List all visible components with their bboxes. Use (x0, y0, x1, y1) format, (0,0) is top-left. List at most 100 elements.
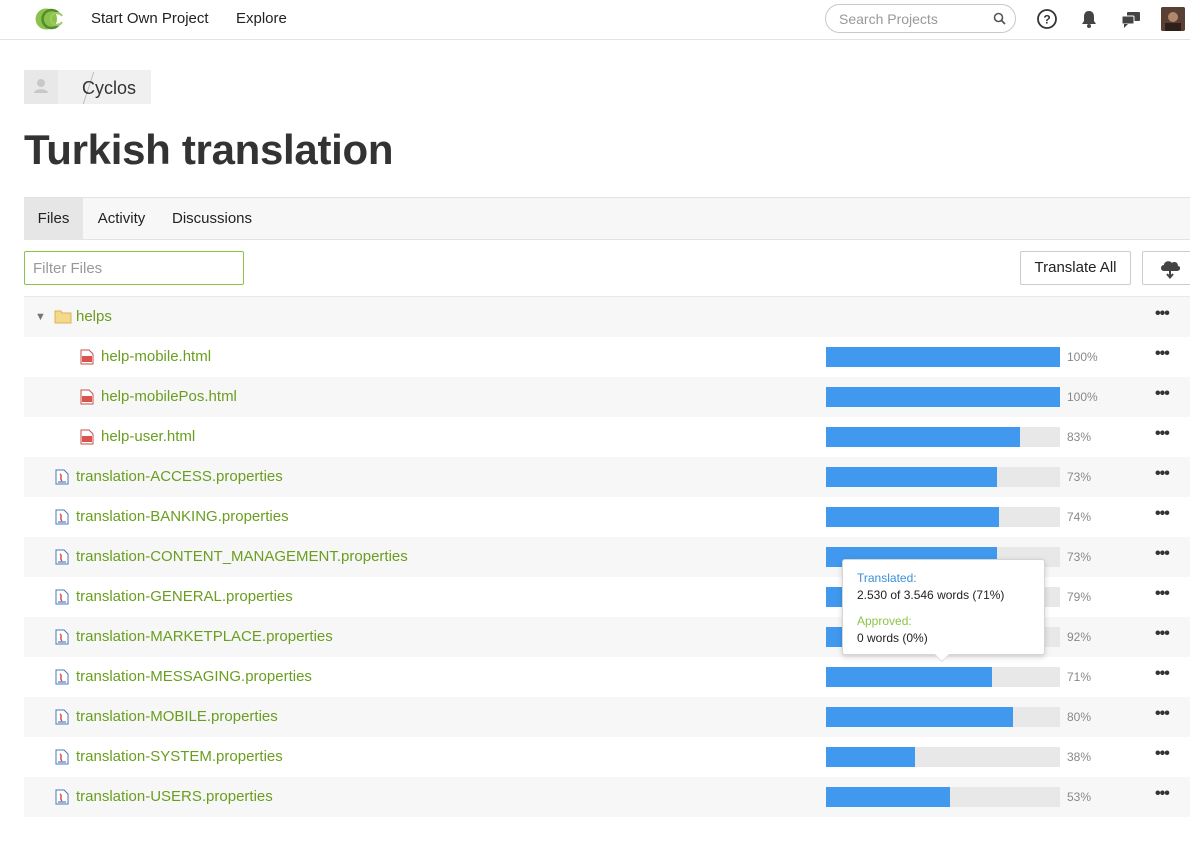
file-name[interactable]: translation-CONTENT_MANAGEMENT.propertie… (76, 548, 408, 565)
more-options-icon[interactable]: ••• (1155, 305, 1175, 325)
nav-start-own-project[interactable]: Start Own Project (91, 10, 209, 27)
file-name[interactable]: translation-BANKING.properties (76, 508, 289, 525)
page-title: Turkish translation (24, 126, 394, 173)
progress-percent: 74% (1067, 510, 1092, 524)
more-options-icon[interactable]: ••• (1155, 345, 1175, 365)
tooltip-approved-label: Approved: (857, 614, 912, 628)
user-icon[interactable] (24, 70, 58, 104)
more-options-icon[interactable]: ••• (1155, 665, 1175, 685)
progress-bar[interactable] (826, 747, 1060, 767)
more-options-icon[interactable]: ••• (1155, 585, 1175, 605)
file-row[interactable]: translation-BANKING.properties 74% ••• (24, 497, 1190, 537)
progress-bar[interactable] (826, 667, 1060, 687)
more-options-icon[interactable]: ••• (1155, 385, 1175, 405)
progress-percent: 83% (1067, 430, 1092, 444)
file-name[interactable]: help-mobilePos.html (101, 388, 237, 405)
properties-file-icon (55, 709, 69, 725)
file-name[interactable]: translation-MOBILE.properties (76, 708, 278, 725)
progress-fill (826, 467, 997, 487)
tab-bar: Files Activity Discussions (24, 197, 1190, 240)
more-options-icon[interactable]: ••• (1155, 545, 1175, 565)
cloud-download-icon (1161, 261, 1181, 280)
file-name[interactable]: help-user.html (101, 428, 195, 445)
notifications-icon[interactable] (1078, 8, 1100, 30)
file-row[interactable]: help-mobile.html 100% ••• (24, 337, 1190, 377)
search-box (825, 4, 1016, 33)
progress-fill (826, 667, 993, 687)
search-input[interactable] (839, 5, 989, 32)
progress-percent: 71% (1067, 670, 1092, 684)
progress-percent: 53% (1067, 790, 1092, 804)
tooltip-arrow-inner (935, 654, 949, 661)
file-row[interactable]: help-mobilePos.html 100% ••• (24, 377, 1190, 417)
more-options-icon[interactable]: ••• (1155, 785, 1175, 805)
tab-activity[interactable]: Activity (83, 198, 160, 240)
progress-fill (826, 507, 1000, 527)
progress-bar[interactable] (826, 507, 1060, 527)
file-row[interactable]: translation-ACCESS.properties 73% ••• (24, 457, 1190, 497)
progress-percent: 100% (1067, 350, 1098, 364)
file-name[interactable]: translation-MARKETPLACE.properties (76, 628, 333, 645)
file-name[interactable]: translation-MESSAGING.properties (76, 668, 312, 685)
progress-fill (826, 747, 915, 767)
progress-bar[interactable] (826, 427, 1060, 447)
more-options-icon[interactable]: ••• (1155, 705, 1175, 725)
folder-icon (54, 310, 72, 324)
file-name[interactable]: translation-GENERAL.properties (76, 588, 293, 605)
properties-file-icon (55, 669, 69, 685)
progress-bar[interactable] (826, 347, 1060, 367)
search-icon[interactable] (993, 12, 1006, 25)
tooltip-approved-value: 0 words (0%) (857, 631, 928, 645)
progress-percent: 73% (1067, 470, 1092, 484)
file-row[interactable]: translation-MESSAGING.properties 71% ••• (24, 657, 1190, 697)
file-row[interactable]: translation-USERS.properties 53% ••• (24, 777, 1190, 817)
tab-discussions[interactable]: Discussions (162, 198, 262, 240)
progress-bar[interactable] (826, 467, 1060, 487)
progress-percent: 73% (1067, 550, 1092, 564)
folder-name[interactable]: helps (76, 308, 112, 325)
progress-percent: 92% (1067, 630, 1092, 644)
progress-fill (826, 347, 1060, 367)
properties-file-icon (55, 589, 69, 605)
collapse-arrow-icon[interactable]: ▼ (35, 311, 46, 323)
translate-all-button[interactable]: Translate All (1020, 251, 1131, 285)
file-row[interactable]: translation-SYSTEM.properties 38% ••• (24, 737, 1190, 777)
breadcrumb-project[interactable]: Cyclos (82, 78, 136, 99)
messages-icon[interactable] (1120, 8, 1142, 30)
more-options-icon[interactable]: ••• (1155, 625, 1175, 645)
progress-fill (826, 427, 1021, 447)
file-name[interactable]: translation-ACCESS.properties (76, 468, 283, 485)
more-options-icon[interactable]: ••• (1155, 465, 1175, 485)
breadcrumb: Cyclos (24, 70, 151, 104)
file-row[interactable]: help-user.html 83% ••• (24, 417, 1190, 457)
download-button[interactable] (1142, 251, 1190, 285)
more-options-icon[interactable]: ••• (1155, 425, 1175, 445)
properties-file-icon (55, 549, 69, 565)
progress-bar[interactable] (826, 387, 1060, 407)
filter-files-input[interactable] (25, 252, 243, 284)
file-name[interactable]: help-mobile.html (101, 348, 211, 365)
folder-row-helps[interactable]: ▼ helps ••• (24, 297, 1190, 337)
progress-percent: 38% (1067, 750, 1092, 764)
properties-file-icon (55, 469, 69, 485)
tab-files[interactable]: Files (24, 198, 83, 240)
file-row[interactable]: translation-MOBILE.properties 80% ••• (24, 697, 1190, 737)
more-options-icon[interactable]: ••• (1155, 745, 1175, 765)
properties-file-icon (55, 789, 69, 805)
nav-explore[interactable]: Explore (236, 10, 287, 27)
help-icon[interactable]: ? (1036, 8, 1058, 30)
filter-files-box (24, 251, 244, 285)
progress-fill (826, 387, 1060, 407)
crowdin-logo-icon[interactable] (26, 5, 64, 33)
file-name[interactable]: translation-USERS.properties (76, 788, 273, 805)
properties-file-icon (55, 509, 69, 525)
progress-bar[interactable] (826, 787, 1060, 807)
progress-percent: 80% (1067, 710, 1092, 724)
properties-file-icon (55, 629, 69, 645)
properties-file-icon (55, 749, 69, 765)
more-options-icon[interactable]: ••• (1155, 505, 1175, 525)
file-name[interactable]: translation-SYSTEM.properties (76, 748, 283, 765)
progress-bar[interactable] (826, 707, 1060, 727)
file-list: ▼ helps ••• help-mobile.html 100% ••• help-… (24, 296, 1190, 817)
user-avatar[interactable] (1161, 7, 1185, 31)
